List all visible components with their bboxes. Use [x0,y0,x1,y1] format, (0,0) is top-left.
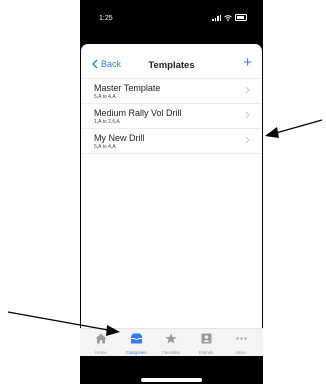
annotation-arrow-right [265,119,323,138]
item-subtitle: 5,A to 4,A [94,144,116,150]
battery-icon [235,14,247,21]
phone-screen: 1:25 Back Templates + Master Template 5,… [80,0,263,384]
add-button[interactable]: + [243,55,252,70]
list-item-medium-rally-vol-drill[interactable]: Medium Rally Vol Drill 1,A to 2,6,A [81,104,262,129]
more-icon [235,337,247,340]
chevron-right-icon [245,111,250,119]
nav-bar: Back Templates + [81,54,262,78]
tab-label: Friends [198,350,214,355]
tab-home[interactable]: Home [83,331,119,355]
item-subtitle: 1,A to 2,6,A [94,119,120,125]
home-icon [95,333,107,344]
page-title: Templates [148,60,195,71]
categories-icon [130,333,142,344]
tab-bar: Home Categories Favorites Friends More [80,328,263,356]
chevron-right-icon [245,86,250,94]
item-title: My New Drill [94,133,145,143]
status-bar: 1:25 [80,0,263,44]
templates-list: Master Template 5,A to 4,A Medium Rally … [81,78,262,154]
status-time: 1:25 [99,15,113,22]
item-title: Medium Rally Vol Drill [94,108,182,118]
tab-label: Categories [125,350,147,355]
tab-friends[interactable]: Friends [188,331,224,355]
templates-sheet: Back Templates + Master Template 5,A to … [81,44,262,355]
tab-label: Home [95,350,107,355]
status-icons [212,14,247,21]
tab-label: More [236,350,246,355]
tab-more[interactable]: More [223,331,259,355]
list-item-my-new-drill[interactable]: My New Drill 5,A to 4,A [81,129,262,154]
tab-label: Favorites [162,350,180,355]
signal-icon [212,14,221,21]
tab-categories[interactable]: Categories [118,331,154,355]
tab-favorites[interactable]: Favorites [153,331,189,355]
home-indicator [141,378,202,382]
wifi-icon [224,14,232,21]
item-title: Master Template [94,83,161,93]
item-subtitle: 5,A to 4,A [94,94,116,100]
star-icon [165,333,177,344]
chevron-right-icon [245,136,250,144]
list-item-master-template[interactable]: Master Template 5,A to 4,A [81,79,262,104]
friends-icon [201,333,211,344]
